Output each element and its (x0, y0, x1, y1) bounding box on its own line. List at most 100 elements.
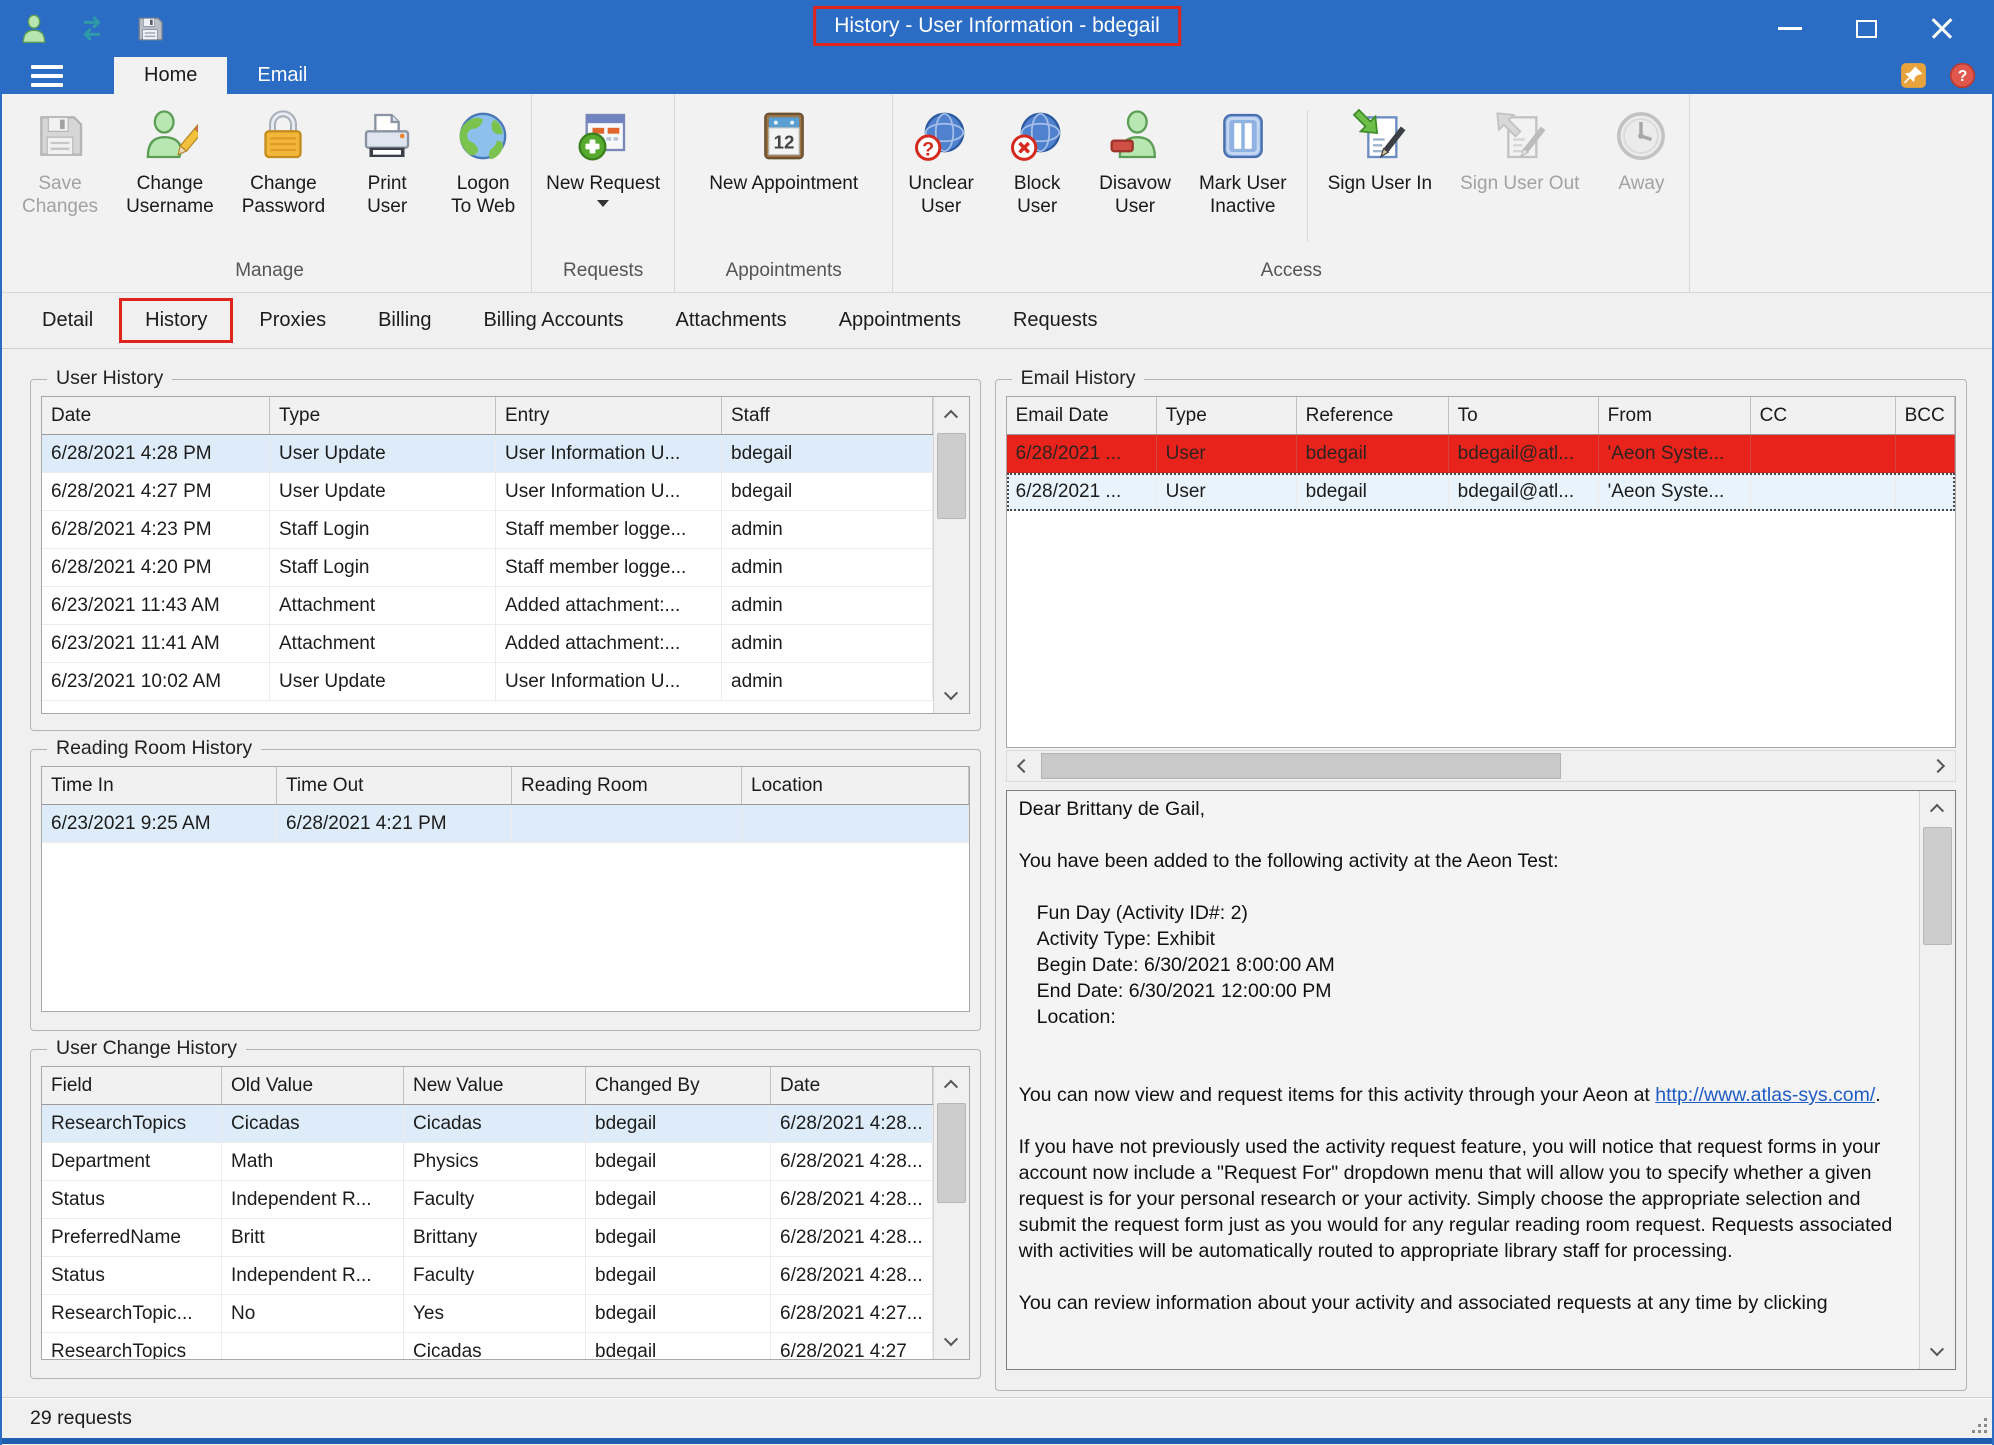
table-row[interactable]: 6/23/2021 11:43 AMAttachmentAdded attach… (42, 587, 933, 625)
group-label-appointments: Appointments (675, 256, 892, 292)
save-changes-button[interactable]: SaveChanges (8, 104, 112, 222)
table-cell: 6/28/2021 4:27 (771, 1333, 933, 1359)
scroll-thumb[interactable] (1923, 827, 1952, 945)
table-row[interactable]: 6/28/2021 4:27 PMUser UpdateUser Informa… (42, 473, 933, 511)
email-body-line: Activity Type: Exhibit (1019, 926, 1907, 952)
table-row[interactable]: StatusIndependent R...Facultybdegail6/28… (42, 1181, 933, 1219)
column-header[interactable]: Time Out (277, 767, 512, 804)
column-header[interactable]: Old Value (222, 1067, 404, 1104)
column-header[interactable]: Reading Room (512, 767, 742, 804)
unclear-user-button[interactable]: ? UnclearUser (893, 104, 989, 222)
table-row[interactable]: StatusIndependent R...Facultybdegail6/28… (42, 1257, 933, 1295)
tab-home[interactable]: Home (114, 57, 227, 94)
close-button[interactable] (1904, 0, 1980, 57)
scroll-up-button[interactable] (934, 397, 969, 431)
column-header[interactable]: To (1449, 397, 1599, 434)
table-cell (512, 805, 742, 842)
column-header[interactable]: Date (42, 397, 270, 434)
sign-user-in-button[interactable]: Sign User In (1314, 104, 1447, 199)
tab-attachments[interactable]: Attachments (650, 298, 813, 343)
table-row[interactable]: 6/28/2021 4:20 PMStaff LoginStaff member… (42, 549, 933, 587)
scrollbar-horizontal[interactable] (1006, 750, 1956, 782)
tab-proxies[interactable]: Proxies (233, 298, 352, 343)
column-header[interactable]: CC (1751, 397, 1896, 434)
scroll-down-button[interactable] (934, 679, 969, 713)
column-header[interactable]: Location (742, 767, 969, 804)
mark-user-inactive-button[interactable]: Mark UserInactive (1185, 104, 1301, 222)
globe-question-icon: ? (913, 108, 969, 164)
table-row[interactable]: DepartmentMathPhysicsbdegail6/28/2021 4:… (42, 1143, 933, 1181)
column-header[interactable]: From (1599, 397, 1751, 434)
table-row[interactable]: ResearchTopicsCicadasbdegail6/28/2021 4:… (42, 1333, 933, 1359)
table-cell: Status (42, 1257, 222, 1294)
column-header[interactable]: BCC (1896, 397, 1955, 434)
tab-billing-accounts[interactable]: Billing Accounts (457, 298, 649, 343)
table-row[interactable]: 6/28/2021 ...Userbdegailbdegail@atl...'A… (1007, 435, 1955, 473)
table-row[interactable]: ResearchTopic...NoYesbdegail6/28/2021 4:… (42, 1295, 933, 1333)
column-header[interactable]: Changed By (586, 1067, 771, 1104)
scroll-right-button[interactable] (1921, 751, 1955, 781)
column-header[interactable]: Type (1157, 397, 1297, 434)
column-header[interactable]: Staff (722, 397, 933, 434)
column-header[interactable]: Field (42, 1067, 222, 1104)
scroll-thumb[interactable] (937, 433, 966, 519)
email-body-line: Location: (1019, 1004, 1907, 1030)
away-button[interactable]: Away (1593, 104, 1689, 199)
table-cell (1896, 473, 1955, 510)
column-header[interactable]: Reference (1297, 397, 1449, 434)
change-password-button[interactable]: ChangePassword (228, 104, 339, 222)
change-username-button[interactable]: ChangeUsername (112, 104, 228, 222)
table-cell (1896, 435, 1955, 472)
logon-to-web-button[interactable]: LogonTo Web (435, 104, 531, 222)
table-row[interactable]: 6/23/2021 10:02 AMUser UpdateUser Inform… (42, 663, 933, 701)
tab-history[interactable]: History (119, 298, 233, 343)
status-bar: 29 requests (2, 1397, 1992, 1438)
scroll-up-button[interactable] (1920, 791, 1955, 825)
new-request-button[interactable]: New Request (532, 104, 674, 211)
scroll-thumb[interactable] (937, 1103, 966, 1203)
table-row[interactable]: 6/28/2021 4:23 PMStaff LoginStaff member… (42, 511, 933, 549)
column-header[interactable]: Date (771, 1067, 933, 1104)
table-row[interactable]: 6/28/2021 4:28 PMUser UpdateUser Informa… (42, 435, 933, 473)
group-label-requests: Requests (532, 256, 674, 292)
column-header[interactable]: Email Date (1007, 397, 1157, 434)
tab-email[interactable]: Email (227, 57, 337, 94)
block-user-button[interactable]: BlockUser (989, 104, 1085, 222)
column-header[interactable]: Type (270, 397, 496, 434)
help-icon[interactable]: ? (1949, 62, 1976, 89)
column-header[interactable]: Time In (42, 767, 277, 804)
scrollbar-vertical[interactable] (933, 397, 969, 713)
table-cell: bdegail (586, 1143, 771, 1180)
column-header[interactable]: Entry (496, 397, 722, 434)
table-row[interactable]: ResearchTopicsCicadasCicadasbdegail6/28/… (42, 1105, 933, 1143)
table-row[interactable]: 6/23/2021 9:25 AM6/28/2021 4:21 PM (42, 805, 969, 843)
minimize-button[interactable] (1752, 0, 1828, 57)
scrollbar-vertical[interactable] (1919, 791, 1955, 1369)
user-icon[interactable] (18, 13, 50, 45)
resize-grip-icon[interactable] (1972, 1418, 1987, 1433)
switch-user-icon[interactable] (76, 13, 108, 45)
column-header[interactable]: New Value (404, 1067, 586, 1104)
disavow-user-button[interactable]: DisavowUser (1085, 104, 1185, 222)
atlas-sys-link[interactable]: http://www.atlas-sys.com/ (1655, 1084, 1875, 1106)
scroll-up-button[interactable] (934, 1067, 969, 1101)
print-user-button[interactable]: PrintUser (339, 104, 435, 222)
scroll-down-button[interactable] (934, 1325, 969, 1359)
scrollbar-vertical[interactable] (933, 1067, 969, 1359)
scroll-down-button[interactable] (1920, 1335, 1955, 1369)
maximize-button[interactable] (1828, 0, 1904, 57)
tab-appointments[interactable]: Appointments (813, 298, 987, 343)
hamburger-menu-icon[interactable] (2, 57, 92, 94)
table-row[interactable]: 6/28/2021 ...Userbdegailbdegail@atl...'A… (1007, 473, 1955, 511)
table-row[interactable]: 6/23/2021 11:41 AMAttachmentAdded attach… (42, 625, 933, 663)
tab-requests[interactable]: Requests (987, 298, 1124, 343)
tab-detail[interactable]: Detail (16, 298, 119, 343)
tab-billing[interactable]: Billing (352, 298, 457, 343)
new-appointment-button[interactable]: 12 New Appointment (675, 104, 892, 199)
pin-icon[interactable] (1900, 62, 1927, 89)
table-row[interactable]: PreferredNameBrittBrittanybdegail6/28/20… (42, 1219, 933, 1257)
sign-user-out-button[interactable]: Sign User Out (1446, 104, 1593, 199)
save-icon[interactable] (134, 13, 166, 45)
scroll-left-button[interactable] (1007, 751, 1041, 781)
scroll-thumb[interactable] (1041, 753, 1561, 779)
